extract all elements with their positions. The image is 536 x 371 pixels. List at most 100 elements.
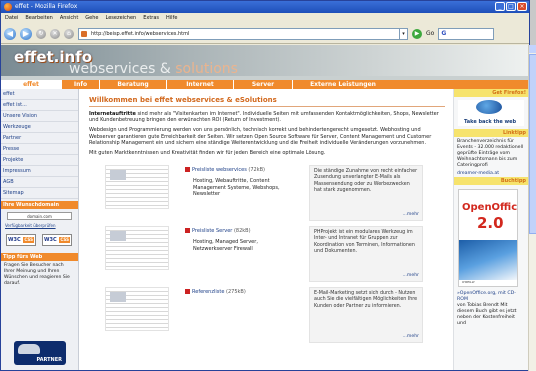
sidebar-item-werkzeuge[interactable]: Werkzeuge: [1, 122, 78, 133]
nav-tab-externe-leistungen[interactable]: Externe Leistungen: [293, 80, 393, 89]
nav-tab-effet[interactable]: effet: [1, 80, 61, 89]
firefox-icon: [4, 3, 12, 11]
main-content: Willkommen bei effet webservices & eSolu…: [89, 89, 445, 370]
info-box: Die ständige Zunahme von recht einfacher…: [309, 165, 423, 222]
search-input[interactable]: G: [438, 27, 495, 40]
intro-paragraph: Internetauftritte sind mehr als "Visiten…: [89, 111, 439, 124]
url-text: http://beisp.effet.info/webservices.html: [91, 30, 190, 37]
info-box: E-Mail-Marketing setzt sich durch - Nutz…: [309, 287, 423, 344]
book-cover-version: 2.0: [477, 214, 504, 232]
stop-icon[interactable]: ✕: [50, 28, 60, 39]
site-banner: effet.info webservices & solutions: [1, 45, 528, 80]
link-tip-box: Linktipp Branchenverzeichnis für Events …: [454, 129, 528, 177]
web-tip-title: Tipp fürs Web: [1, 253, 78, 261]
link-tip-text: Branchenverzeichnis für Events - 32.000 …: [457, 139, 524, 168]
banner-tagline-main: webservices &: [69, 61, 176, 77]
document-thumbnail[interactable]: [105, 287, 169, 332]
document-thumbnail[interactable]: [105, 165, 169, 210]
nav-tab-server[interactable]: Server: [234, 80, 292, 89]
domain-check-title: Ihre Wunschdomain: [1, 201, 78, 209]
book-tip-title: Buchtipp: [454, 177, 528, 185]
banner-divider: [1, 76, 528, 80]
book-text: von Tobias Brendt Mit diesem Buch gibt e…: [457, 303, 517, 326]
sidebar-item-effet-ist[interactable]: effet ist...: [1, 100, 78, 111]
page-title: Willkommen bei effet webservices & eSolu…: [89, 96, 445, 107]
window-title: effet - Mozilla Firefox: [15, 3, 78, 10]
book-publisher: O'REILLY: [462, 280, 475, 284]
sidebar-item-agb[interactable]: AGB: [1, 177, 78, 188]
firefox-banner[interactable]: Take back the web: [458, 100, 524, 126]
web-tip-box: Tipp fürs Web Fragen Sie Besucher nach I…: [1, 253, 78, 289]
book-cover[interactable]: OpenOffice.org 2.0 O'REILLY: [458, 189, 518, 287]
close-button[interactable]: ×: [517, 2, 527, 11]
go-icon[interactable]: ▶: [412, 28, 422, 39]
left-sidebar: effet effet ist... Unsere Vision Werkzeu…: [1, 89, 79, 370]
w3c-css-badge[interactable]: W3C CSS: [42, 234, 72, 246]
pricelist-row: Preisliste webservices (72kB) Hosting, W…: [89, 165, 445, 222]
title-bar: effet - Mozilla Firefox _ □ ×: [1, 1, 529, 13]
menu-help[interactable]: Hilfe: [166, 13, 177, 24]
book-link[interactable]: »OpenOffice.org, mit CD-ROM: [454, 291, 528, 303]
go-label[interactable]: Go: [426, 30, 434, 37]
forward-button[interactable]: ▶: [20, 27, 32, 40]
nav-tab-beratung[interactable]: Beratung: [100, 80, 166, 89]
menu-edit[interactable]: Bearbeiten: [25, 13, 52, 24]
minimize-button[interactable]: _: [495, 2, 505, 11]
maximize-button[interactable]: □: [506, 2, 516, 11]
pdf-link[interactable]: Preisliste webservices (72kB): [185, 167, 265, 173]
more-link[interactable]: ...mehr: [403, 273, 419, 279]
sidebar-item-vision[interactable]: Unsere Vision: [1, 111, 78, 122]
url-dropdown-icon[interactable]: ▾: [399, 28, 407, 39]
pdf-link[interactable]: Preisliste Server (82kB): [185, 228, 251, 234]
sidebar-item-sitemap[interactable]: Sitemap: [1, 188, 78, 199]
solutions-paragraph: Mit guten Marktkenntnissen und Kreativit…: [89, 150, 326, 157]
home-icon[interactable]: ⌂: [64, 28, 74, 39]
back-button[interactable]: ◀: [4, 27, 16, 40]
more-link[interactable]: ...mehr: [403, 334, 419, 340]
pdf-description: Hosting, Managed Server, Netzwerkserver …: [193, 239, 258, 252]
pricelist-row: Referenzliste (275kB) E-Mail-Marketing s…: [89, 287, 445, 344]
menu-tools[interactable]: Extras: [143, 13, 159, 24]
scroll-thumb[interactable]: [529, 54, 536, 234]
w3c-css-badge[interactable]: W3C CSS: [6, 234, 36, 246]
banner-tagline: webservices & solutions: [69, 61, 238, 77]
web-tip-text: Fragen Sie Besucher nach Ihrer Meinung u…: [4, 263, 70, 286]
menu-bar: Datei Bearbeiten Ansicht Gehe Lesezeiche…: [1, 13, 529, 24]
book-tip-box: Buchtipp OpenOffice.org 2.0 O'REILLY »Op…: [454, 177, 528, 327]
pricelist-row: Preisliste Server (82kB) Hosting, Manage…: [89, 226, 445, 283]
menu-file[interactable]: Datei: [5, 13, 18, 24]
sidebar-item-impressum[interactable]: Impressum: [1, 166, 78, 177]
firefox-promo-box: Get Firefox! Take back the web: [454, 89, 528, 126]
domain-check-box: Ihre Wunschdomain domain.com Verfügbarke…: [1, 201, 78, 228]
pdf-link[interactable]: Referenzliste (275kB): [185, 289, 246, 295]
document-thumbnail[interactable]: [105, 226, 169, 271]
sidebar-item-projekte[interactable]: Projekte: [1, 155, 78, 166]
right-sidebar: Get Firefox! Take back the web Linktipp …: [453, 89, 528, 370]
url-field[interactable]: http://beisp.effet.info/webservices.html…: [78, 27, 408, 40]
banner-tagline-accent: solutions: [175, 61, 238, 77]
firefox-promo-title: Get Firefox!: [454, 89, 528, 97]
link-tip-title: Linktipp: [454, 129, 528, 137]
info-box: PHProjekt ist ein modulares Werkzeug im …: [309, 226, 423, 283]
menu-go[interactable]: Gehe: [85, 13, 98, 24]
scroll-up-icon[interactable]: [529, 45, 536, 53]
page-content: effet.info webservices & solutions effet…: [1, 45, 528, 370]
menu-view[interactable]: Ansicht: [60, 13, 78, 24]
partner-logo[interactable]: PARTNER: [14, 341, 66, 365]
site-top-nav: effet Info Beratung Internet Server Exte…: [1, 80, 528, 89]
sidebar-item-presse[interactable]: Presse: [1, 144, 78, 155]
sidebar-item-effet[interactable]: effet: [1, 89, 78, 100]
services-paragraph: Webdesign und Programmierung werden von …: [89, 127, 432, 146]
menu-bookmarks[interactable]: Lesezeichen: [106, 13, 137, 24]
domain-input[interactable]: domain.com: [7, 212, 72, 220]
nav-tab-info[interactable]: Info: [62, 80, 99, 89]
navigation-toolbar: ◀ ▶ ↻ ✕ ⌂ http://beisp.effet.info/webser…: [1, 24, 529, 44]
sidebar-item-partner[interactable]: Partner: [1, 133, 78, 144]
reload-icon[interactable]: ↻: [36, 28, 46, 39]
pdf-description: Hosting, Webauftritte, Content Managemen…: [193, 178, 280, 197]
book-cover-art: [459, 240, 517, 280]
nav-tab-internet[interactable]: Internet: [167, 80, 233, 89]
more-link[interactable]: ...mehr: [403, 212, 419, 218]
validator-badges: W3C CSS W3C CSS: [1, 228, 78, 249]
vertical-scrollbar[interactable]: [528, 45, 536, 371]
